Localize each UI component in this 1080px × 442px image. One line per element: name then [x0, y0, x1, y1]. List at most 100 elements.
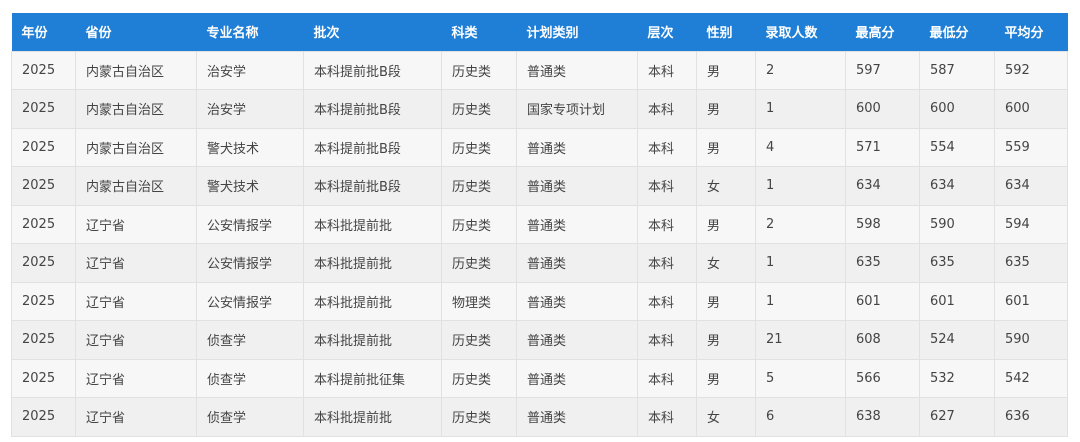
cell-major: 侦查学 [196, 397, 304, 437]
cell-min-score: 590 [919, 204, 995, 244]
cell-min-score: 587 [919, 50, 995, 90]
cell-level: 本科 [637, 89, 697, 129]
cell-plan-type: 普通类 [516, 397, 638, 437]
cell-max-score: 601 [845, 281, 920, 321]
cell-batch: 本科批提前批 [303, 243, 442, 283]
cell-avg-score: 590 [994, 320, 1068, 360]
cell-level: 本科 [637, 358, 697, 398]
cell-min-score: 634 [919, 166, 995, 206]
cell-major: 警犬技术 [196, 166, 304, 206]
cell-subject-type: 历史类 [441, 397, 517, 437]
cell-year: 2025 [11, 243, 76, 283]
cell-batch: 本科批提前批 [303, 320, 442, 360]
cell-level: 本科 [637, 243, 697, 283]
column-header-year: 年份 [21, 26, 48, 42]
cell-major: 公安情报学 [196, 204, 304, 244]
cell-gender: 男 [696, 50, 756, 90]
table-row: 2025 辽宁省 侦查学 本科提前批征集 历史类 普通类 本科男 5 566 532 542 [11, 358, 1068, 398]
cell-subject-type: 物理类 [441, 281, 517, 321]
cell-plan-type: 普通类 [516, 166, 638, 206]
cell-avg-score: 636 [994, 397, 1068, 437]
cell-year: 2025 [11, 397, 76, 437]
cell-max-score: 634 [845, 166, 920, 206]
cell-admitted-count: 1 [755, 89, 846, 129]
cell-batch: 本科提前批B段 [303, 89, 442, 129]
cell-province: 辽宁省 [75, 320, 197, 360]
cell-avg-score: 542 [994, 358, 1068, 398]
cell-subject-type: 历史类 [441, 89, 517, 129]
cell-batch: 本科批提前批 [303, 397, 442, 437]
cell-admitted-count: 1 [755, 281, 846, 321]
cell-plan-type: 普通类 [516, 127, 638, 167]
column-header-batch: 批次 [313, 26, 340, 42]
cell-max-score: 597 [845, 50, 920, 90]
cell-avg-score: 594 [994, 204, 1068, 244]
cell-subject-type: 历史类 [441, 243, 517, 283]
table-row: 2025 辽宁省 公安情报学 本科批提前批 历史类 普通类 本科男 2 598 590 594 [11, 204, 1068, 244]
cell-batch: 本科提前批B段 [303, 127, 442, 167]
cell-year: 2025 [11, 166, 76, 206]
column-header-plan-type: 计划类别 [526, 26, 579, 42]
cell-province: 辽宁省 [75, 397, 197, 437]
cell-admitted-count: 6 [755, 397, 846, 437]
table-row: 2025 内蒙古自治区 治安学 本科提前批B段 历史类 普通类 本科男 2 597 587 592 [11, 50, 1068, 90]
cell-batch: 本科批提前批 [303, 281, 442, 321]
cell-gender: 女 [696, 397, 756, 437]
cell-year: 2025 [11, 320, 76, 360]
cell-gender: 男 [696, 127, 756, 167]
column-header-min-score: 最低分 [929, 26, 969, 42]
cell-plan-type: 国家专项计划 [516, 89, 638, 129]
cell-level: 本科 [637, 127, 697, 167]
cell-batch: 本科批提前批 [303, 204, 442, 244]
cell-admitted-count: 4 [755, 127, 846, 167]
cell-major: 治安学 [196, 89, 304, 129]
table-row: 2025 内蒙古自治区 警犬技术 本科提前批B段 历史类 普通类 本科男 4 571 554 559 [11, 127, 1068, 167]
cell-gender: 男 [696, 204, 756, 244]
cell-plan-type: 普通类 [516, 204, 638, 244]
cell-year: 2025 [11, 89, 76, 129]
cell-subject-type: 历史类 [441, 358, 517, 398]
cell-min-score: 627 [919, 397, 995, 437]
cell-min-score: 601 [919, 281, 995, 321]
cell-level: 本科 [637, 320, 697, 360]
cell-avg-score: 600 [994, 89, 1068, 129]
cell-gender: 男 [696, 358, 756, 398]
table-row: 2025 辽宁省 公安情报学 本科批提前批 物理类 普通类 本科男 1 601 601 601 [11, 281, 1068, 321]
cell-year: 2025 [11, 281, 76, 321]
cell-admitted-count: 21 [755, 320, 846, 360]
cell-avg-score: 635 [994, 243, 1068, 283]
cell-province: 辽宁省 [75, 281, 197, 321]
cell-major: 警犬技术 [196, 127, 304, 167]
cell-plan-type: 普通类 [516, 243, 638, 283]
cell-admitted-count: 1 [755, 243, 846, 283]
cell-year: 2025 [11, 127, 76, 167]
table-row: 2025 辽宁省 侦查学 本科批提前批 历史类 普通类 本科男 21 608 524 590 [11, 320, 1068, 360]
cell-max-score: 635 [845, 243, 920, 283]
table-body: 2025 内蒙古自治区 治安学 本科提前批B段 历史类 普通类 本科男 2 597 587 592 2… [11, 50, 1068, 437]
cell-max-score: 600 [845, 89, 920, 129]
cell-batch: 本科提前批B段 [303, 166, 442, 206]
cell-plan-type: 普通类 [516, 281, 638, 321]
cell-admitted-count: 5 [755, 358, 846, 398]
cell-admitted-count: 1 [755, 166, 846, 206]
cell-min-score: 554 [919, 127, 995, 167]
cell-province: 辽宁省 [75, 204, 197, 244]
cell-avg-score: 559 [994, 127, 1068, 167]
cell-avg-score: 601 [994, 281, 1068, 321]
cell-plan-type: 普通类 [516, 320, 638, 360]
cell-min-score: 532 [919, 358, 995, 398]
cell-admitted-count: 2 [755, 204, 846, 244]
cell-max-score: 608 [845, 320, 920, 360]
cell-major: 侦查学 [196, 320, 304, 360]
cell-subject-type: 历史类 [441, 50, 517, 90]
cell-major: 侦查学 [196, 358, 304, 398]
cell-province: 内蒙古自治区 [75, 50, 197, 90]
table-header-row: 年份 省份 专业名称 批次 科类 计划类别 层次 性别 录取人数 最高分 最低分… [11, 13, 1068, 51]
cell-gender: 男 [696, 89, 756, 129]
admission-scores-table: 年份 省份 专业名称 批次 科类 计划类别 层次 性别 录取人数 最高分 最低分… [11, 13, 1068, 437]
cell-level: 本科 [637, 281, 697, 321]
cell-level: 本科 [637, 166, 697, 206]
cell-max-score: 638 [845, 397, 920, 437]
cell-gender: 男 [696, 281, 756, 321]
cell-major: 公安情报学 [196, 281, 304, 321]
